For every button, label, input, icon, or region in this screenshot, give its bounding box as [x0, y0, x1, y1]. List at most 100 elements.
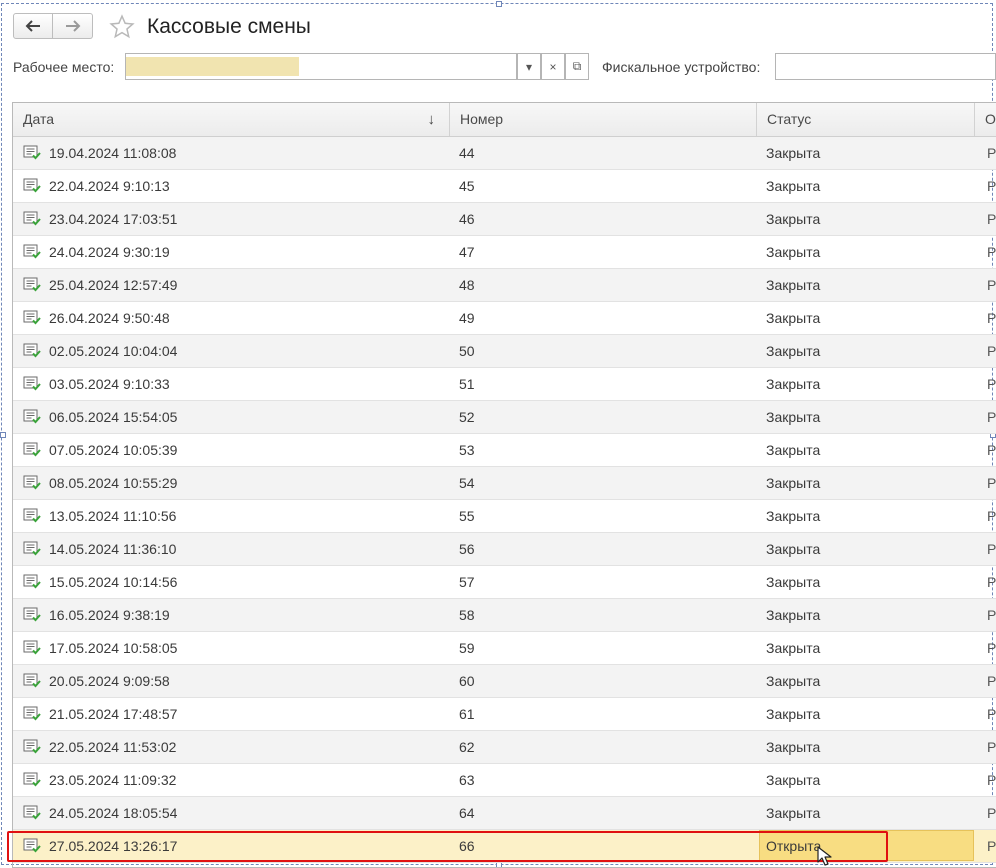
workplace-label: Рабочее место: [13, 59, 115, 75]
table-row[interactable]: 16.05.2024 9:38:19 58 Закрыта Р [13, 599, 996, 632]
number-cell: 58 [459, 607, 475, 623]
chevron-down-icon: ▾ [525, 59, 533, 74]
document-icon [23, 640, 41, 655]
sort-descending-icon: ↓ [427, 111, 436, 128]
table-row[interactable]: 24.05.2024 18:05:54 64 Закрыта Р [13, 797, 996, 830]
column-header-extra[interactable]: О [975, 103, 996, 136]
status-cell: Закрыта [766, 277, 821, 293]
status-cell: Закрыта [766, 607, 821, 623]
resize-handle[interactable] [0, 432, 6, 438]
column-header-status[interactable]: Статус [757, 103, 975, 136]
status-cell: Закрыта [766, 409, 821, 425]
star-icon[interactable] [109, 14, 135, 40]
table-row[interactable]: 26.04.2024 9:50:48 49 Закрыта Р [13, 302, 996, 335]
number-cell: 52 [459, 409, 475, 425]
number-cell: 49 [459, 310, 475, 326]
date-cell: 06.05.2024 15:54:05 [23, 401, 449, 433]
extra-cell: Р [987, 409, 996, 425]
date-cell: 24.04.2024 9:30:19 [23, 236, 449, 268]
table-row[interactable]: 02.05.2024 10:04:04 50 Закрыта Р [13, 335, 996, 368]
workplace-open-button[interactable]: ⧉ [565, 53, 589, 80]
date-cell: 22.05.2024 11:53:02 [23, 731, 449, 763]
number-cell: 56 [459, 541, 475, 557]
table-body: 19.04.2024 11:08:08 44 Закрыта Р 22.04.2024 … [13, 137, 996, 863]
table-row[interactable]: 14.05.2024 11:36:10 56 Закрыта Р [13, 533, 996, 566]
table-row[interactable]: 15.05.2024 10:14:56 57 Закрыта Р [13, 566, 996, 599]
date-cell: 03.05.2024 9:10:33 [23, 368, 449, 400]
date-cell: 07.05.2024 10:05:39 [23, 434, 449, 466]
table-row[interactable]: 21.05.2024 17:48:57 61 Закрыта Р [13, 698, 996, 731]
workplace-clear-button[interactable]: × [541, 53, 565, 80]
extra-cell: Р [987, 739, 996, 755]
forward-button[interactable] [53, 13, 93, 39]
status-cell: Закрыта [766, 772, 821, 788]
number-cell: 50 [459, 343, 475, 359]
date-cell: 14.05.2024 11:36:10 [23, 533, 449, 565]
document-icon [23, 574, 41, 589]
status-cell: Закрыта [766, 706, 821, 722]
table-row[interactable]: 03.05.2024 9:10:33 51 Закрыта Р [13, 368, 996, 401]
status-cell: Закрыта [766, 739, 821, 755]
column-header-date[interactable]: Дата ↓ [13, 103, 450, 136]
document-icon [23, 475, 41, 490]
extra-cell: Р [987, 772, 996, 788]
date-cell: 24.05.2024 18:05:54 [23, 797, 449, 829]
number-cell: 48 [459, 277, 475, 293]
date-cell: 02.05.2024 10:04:04 [23, 335, 449, 367]
status-cell: Закрыта [766, 805, 821, 821]
table-row[interactable]: 19.04.2024 11:08:08 44 Закрыта Р [13, 137, 996, 170]
column-header-number[interactable]: Номер [450, 103, 757, 136]
extra-cell: Р [987, 310, 996, 326]
status-cell: Закрыта [766, 541, 821, 557]
table-header: Дата ↓ Номер Статус О [13, 103, 996, 137]
date-cell: 15.05.2024 10:14:56 [23, 566, 449, 598]
number-cell: 62 [459, 739, 475, 755]
table-row[interactable]: 17.05.2024 10:58:05 59 Закрыта Р [13, 632, 996, 665]
extra-cell: Р [987, 607, 996, 623]
table-row[interactable]: 23.05.2024 11:09:32 63 Закрыта Р [13, 764, 996, 797]
extra-cell: Р [987, 640, 996, 656]
number-cell: 46 [459, 211, 475, 227]
table-row[interactable]: 23.04.2024 17:03:51 46 Закрыта Р [13, 203, 996, 236]
table-row[interactable]: 24.04.2024 9:30:19 47 Закрыта Р [13, 236, 996, 269]
extra-cell: Р [987, 277, 996, 293]
table-row[interactable]: 07.05.2024 10:05:39 53 Закрыта Р [13, 434, 996, 467]
number-cell: 54 [459, 475, 475, 491]
workplace-dropdown-button[interactable]: ▾ [517, 53, 541, 80]
workplace-field[interactable] [125, 53, 517, 80]
date-cell: 26.04.2024 9:50:48 [23, 302, 449, 334]
open-icon: ⧉ [572, 59, 582, 73]
status-cell: Закрыта [766, 508, 821, 524]
date-cell: 23.05.2024 11:09:32 [23, 764, 449, 796]
number-cell: 51 [459, 376, 475, 392]
document-icon [23, 376, 41, 391]
extra-cell: Р [987, 706, 996, 722]
mouse-pointer-icon [817, 846, 832, 866]
document-icon [23, 409, 41, 424]
status-cell: Закрыта [766, 640, 821, 656]
number-cell: 47 [459, 244, 475, 260]
resize-handle[interactable] [496, 1, 502, 7]
date-cell: 20.05.2024 9:09:58 [23, 665, 449, 697]
extra-cell: Р [987, 376, 996, 392]
status-cell: Закрыта [766, 310, 821, 326]
table-row[interactable]: 25.04.2024 12:57:49 48 Закрыта Р [13, 269, 996, 302]
document-icon [23, 607, 41, 622]
extra-cell: Р [987, 541, 996, 557]
fiscal-device-field[interactable] [775, 53, 996, 80]
fiscal-device-label: Фискальное устройство: [602, 59, 761, 75]
table-row[interactable]: 22.05.2024 11:53:02 62 Закрыта Р [13, 731, 996, 764]
extra-cell: Р [987, 508, 996, 524]
table-row[interactable]: 20.05.2024 9:09:58 60 Закрыта Р [13, 665, 996, 698]
extra-cell: Р [987, 343, 996, 359]
back-button[interactable] [13, 13, 53, 39]
table-row[interactable]: 22.04.2024 9:10:13 45 Закрыта Р [13, 170, 996, 203]
number-cell: 57 [459, 574, 475, 590]
document-icon [23, 673, 41, 688]
table-row[interactable]: 13.05.2024 11:10:56 55 Закрыта Р [13, 500, 996, 533]
table-row[interactable]: 08.05.2024 10:55:29 54 Закрыта Р [13, 467, 996, 500]
number-cell: 64 [459, 805, 475, 821]
table-row[interactable]: 06.05.2024 15:54:05 52 Закрыта Р [13, 401, 996, 434]
date-cell: 17.05.2024 10:58:05 [23, 632, 449, 664]
status-cell: Закрыта [766, 178, 821, 194]
